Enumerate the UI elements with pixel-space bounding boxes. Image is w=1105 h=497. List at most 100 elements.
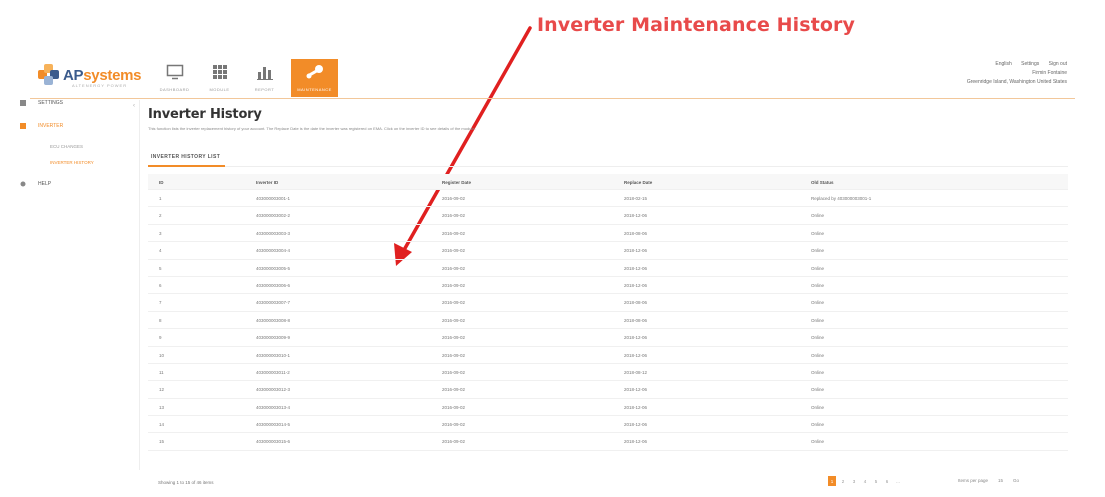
cell-inverter-id[interactable]: 403000003013-4 <box>256 405 290 410</box>
sign-out-link[interactable]: Sign out <box>1049 61 1067 67</box>
col-header-replace-date[interactable]: Replace Date <box>624 180 652 185</box>
cell-id: 6 <box>159 282 162 288</box>
chevron-left-icon[interactable]: ‹ <box>133 103 135 109</box>
settings-icon <box>20 100 26 106</box>
tab-bar: INVERTER HISTORY LIST <box>148 150 1068 167</box>
page-button[interactable]: 5 <box>872 476 880 486</box>
cell-register-date: 2016-09-02 <box>442 248 466 254</box>
cell-replace-date: 2018-12-06 <box>624 439 648 445</box>
cell-inverter-id[interactable]: 403000003007-7 <box>256 300 290 305</box>
nav-dashboard[interactable]: DASHBOARD <box>152 59 197 97</box>
sidebar-item-settings[interactable]: SETTINGS <box>18 100 63 106</box>
cell-id: 13 <box>159 404 165 410</box>
table-row: 9 403000003009-9 2016-09-02 2018-12-06 Onlin… <box>148 329 1068 347</box>
cell-inverter-id[interactable]: 403000003006-6 <box>256 283 290 288</box>
page-button[interactable]: 4 <box>861 476 869 486</box>
cell-id: 7 <box>159 300 162 306</box>
cell-inverter-id[interactable]: 403000003004-4 <box>256 248 290 253</box>
cell-inverter-id[interactable]: 403000003010-1 <box>256 353 290 358</box>
cell-inverter-id[interactable]: 403000003008-8 <box>256 318 290 323</box>
cell-id: 10 <box>159 352 165 358</box>
col-header-register-date[interactable]: Register Date <box>442 180 471 185</box>
brand-tagline: ALTENERGY POWER <box>72 83 128 88</box>
main-content: Inverter History This function lists the… <box>148 107 1068 451</box>
cell-old-status: Online <box>811 213 825 219</box>
cell-inverter-id[interactable]: 403000003003-3 <box>256 231 290 236</box>
language-select[interactable]: English <box>995 61 1011 67</box>
tab-inverter-history-list[interactable]: INVERTER HISTORY LIST <box>148 150 226 167</box>
pagination-info: Showing 1 to 15 of 46 items <box>158 480 214 485</box>
sidebar-item-label: SETTINGS <box>38 100 64 106</box>
cell-inverter-id[interactable]: 403000003009-9 <box>256 335 290 340</box>
go-button[interactable]: Go <box>1013 478 1019 483</box>
cell-old-status: Online <box>811 265 825 271</box>
cell-id: 1 <box>159 196 162 201</box>
cell-old-status: Online <box>811 404 825 410</box>
table-row: 7 403000003007-7 2016-09-02 2018-08-06 Onlin… <box>148 294 1068 312</box>
cell-inverter-id[interactable]: 403000003005-5 <box>256 266 290 271</box>
settings-link[interactable]: Settings <box>1021 61 1039 67</box>
cell-register-date: 2016-09-02 <box>442 387 466 393</box>
sidebar-item-label: HELP <box>38 181 52 187</box>
user-location: Greenridge Island, Washington United Sta… <box>966 79 1067 85</box>
sidebar: SETTINGS ‹ INVERTER ECU CHANGES INVERTER… <box>18 100 140 470</box>
cell-inverter-id[interactable]: 403000003002-2 <box>256 213 290 218</box>
sidebar-sub-ecu-changes[interactable]: ECU CHANGES <box>50 144 83 149</box>
table-row: 1 403000003001-1 2016-09-02 2018-02-15 Repla… <box>148 190 1068 208</box>
annotation-title: Inverter Maintenance History <box>537 14 855 36</box>
cell-inverter-id[interactable]: 403000003014-5 <box>256 422 290 427</box>
cell-replace-date: 2018-08-12 <box>624 369 648 375</box>
bar-chart-icon <box>252 62 278 82</box>
cell-old-status: Online <box>811 387 825 393</box>
wrench-icon <box>302 62 328 82</box>
cell-replace-date: 2018-12-06 <box>624 335 648 341</box>
cell-id: 8 <box>159 317 162 323</box>
account-area: English Settings Sign out Firmin Fontain… <box>967 60 1067 87</box>
nav-report-label: REPORT <box>254 87 275 92</box>
sidebar-item-label: INVERTER <box>38 123 64 129</box>
cell-inverter-id[interactable]: 403000003001-1 <box>256 196 290 201</box>
page-button[interactable]: 2 <box>839 476 847 486</box>
grid-icon <box>207 62 233 82</box>
sidebar-item-inverter[interactable]: INVERTER <box>18 123 63 129</box>
cell-inverter-id[interactable]: 403000003011-2 <box>256 370 290 375</box>
nav-module[interactable]: MODULE <box>197 59 242 97</box>
table-row: 8 403000003008-8 2016-09-02 2018-08-06 Onlin… <box>148 312 1068 330</box>
table-header-row: ID Inverter ID Register Date Replace Dat… <box>148 174 1068 190</box>
sidebar-sub-inverter-history[interactable]: INVERTER HISTORY <box>50 160 94 165</box>
page-size-control: Items per page 15 Go <box>958 478 1029 483</box>
col-header-id[interactable]: ID <box>159 180 164 185</box>
cell-replace-date: 2018-12-06 <box>624 213 648 219</box>
nav-report[interactable]: REPORT <box>242 59 287 97</box>
page-button[interactable]: 6 <box>883 476 891 486</box>
cell-old-status: Online <box>811 317 825 323</box>
table-row: 4 403000003004-4 2016-09-02 2018-12-06 Onlin… <box>148 242 1068 260</box>
cell-old-status: Online <box>811 352 825 358</box>
cell-old-status: Replaced by 403000003001-1 <box>811 196 872 201</box>
help-icon <box>20 181 26 187</box>
page-button[interactable]: 3 <box>850 476 858 486</box>
cell-inverter-id[interactable]: 403000003012-3 <box>256 387 290 392</box>
inverter-history-table: ID Inverter ID Register Date Replace Dat… <box>148 174 1068 451</box>
cell-inverter-id[interactable]: 403000003015-6 <box>256 439 290 444</box>
col-header-old-status[interactable]: Old Status <box>811 180 834 185</box>
cell-old-status: Online <box>811 422 825 428</box>
apsystems-logo[interactable]: APsystems ALTENERGY POWER <box>38 64 142 88</box>
table-row: 5 403000003005-5 2016-09-02 2018-12-06 Onlin… <box>148 260 1068 277</box>
monitor-icon <box>162 62 188 82</box>
cell-id: 14 <box>159 422 165 428</box>
inverter-icon <box>20 123 26 129</box>
cell-register-date: 2016-09-02 <box>442 404 466 410</box>
page-button[interactable]: 1 <box>828 476 836 486</box>
cell-replace-date: 2018-08-06 <box>624 317 648 323</box>
table-row: 12 403000003012-3 2016-09-02 2018-12-06 Onli… <box>148 381 1068 399</box>
page-size-select[interactable]: 15 <box>998 478 1003 483</box>
col-header-inverter-id[interactable]: Inverter ID <box>256 180 278 185</box>
page-title: Inverter History <box>148 107 262 122</box>
nav-maintenance[interactable]: MAINTENANCE <box>291 59 338 97</box>
page-button[interactable]: ... <box>894 476 902 486</box>
cell-replace-date: 2018-12-06 <box>624 352 648 358</box>
cell-replace-date: 2018-02-15 <box>624 196 648 201</box>
sidebar-item-help[interactable]: HELP <box>18 181 51 187</box>
cell-old-status: Online <box>811 248 825 254</box>
